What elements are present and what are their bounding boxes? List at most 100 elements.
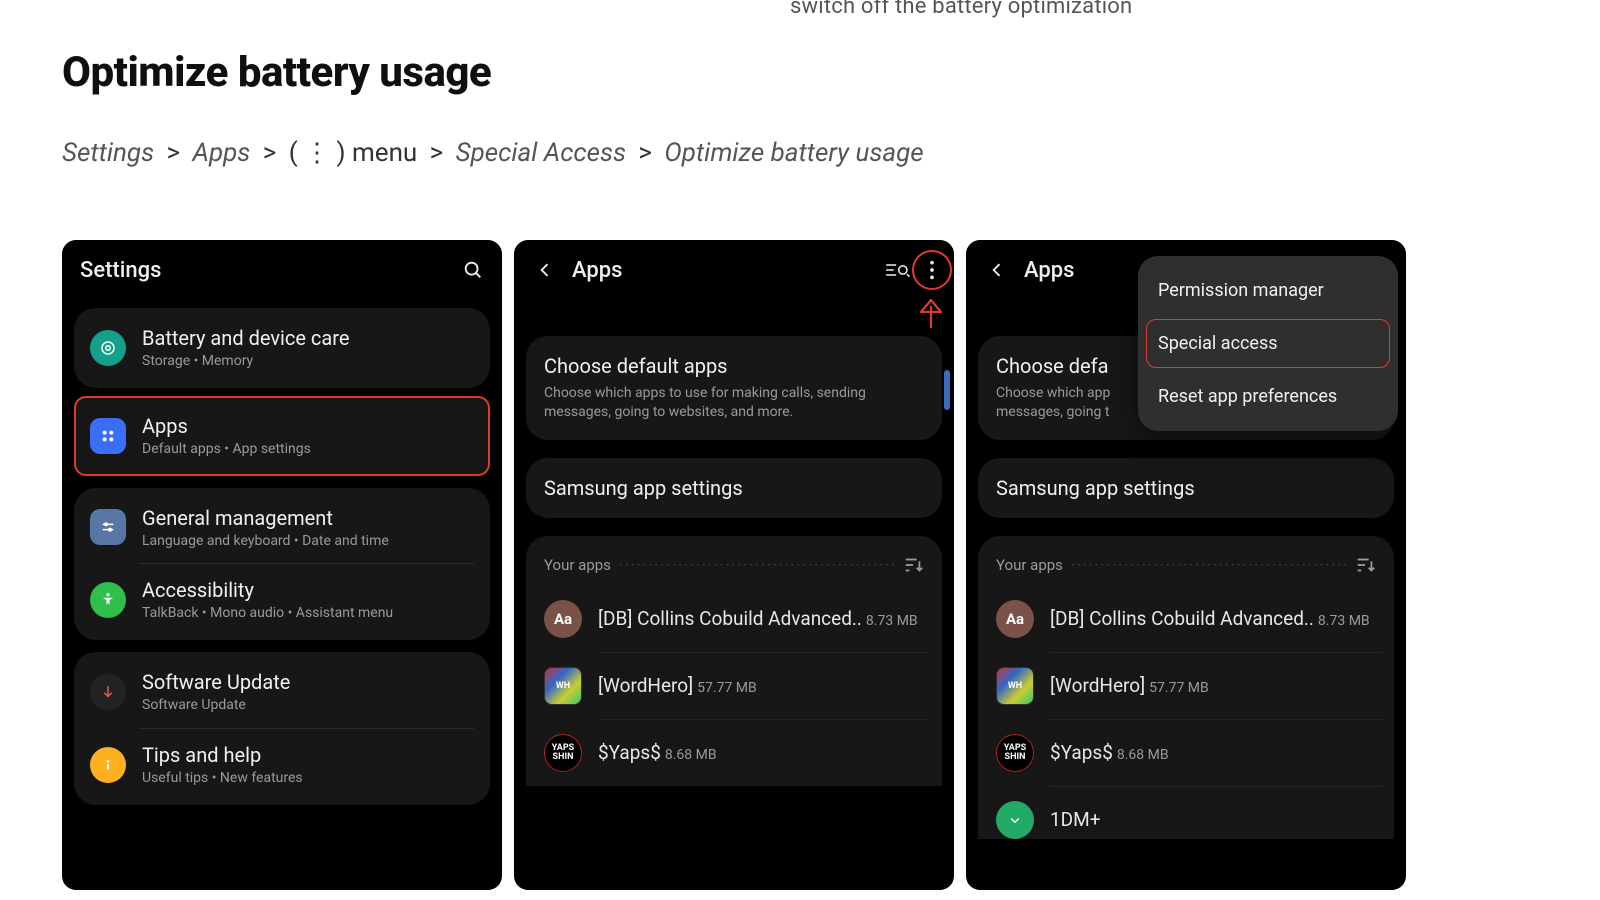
your-apps-label: Your apps <box>996 556 1063 574</box>
settings-group: Battery and device care Storage • Memory <box>74 308 490 388</box>
row-label: Apps <box>142 414 311 438</box>
section-title: Optimize battery usage <box>62 48 491 97</box>
settings-row-battery[interactable]: Battery and device care Storage • Memory <box>74 312 490 384</box>
card-choose-default-apps[interactable]: Choose default apps Choose which apps to… <box>526 336 942 440</box>
screen-title: Apps <box>1024 258 1074 283</box>
settings-row-tips[interactable]: Tips and help Useful tips • New features <box>74 729 490 801</box>
app-size: 8.68 MB <box>665 747 717 763</box>
dotted-line: ········································… <box>619 556 894 574</box>
sort-icon[interactable] <box>1354 554 1376 576</box>
accessibility-icon <box>90 582 126 618</box>
breadcrumb-part: ( ⋮ ) menu <box>289 138 418 168</box>
app-row[interactable]: YAPSSHIN $Yaps$ 8.68 MB <box>538 720 930 786</box>
settings-row-apps-highlighted[interactable]: Apps Default apps • App settings <box>74 396 490 476</box>
row-sub: Language and keyboard • Date and time <box>142 533 389 550</box>
screen-title: Apps <box>572 258 622 283</box>
app-icon: Aa <box>544 600 582 638</box>
breadcrumb-part: Settings <box>62 138 154 168</box>
row-sub: TalkBack • Mono audio • Assistant menu <box>142 605 393 622</box>
breadcrumb-part: Special Access <box>456 138 626 168</box>
app-row[interactable]: Aa [DB] Collins Cobuild Advanced.. 8.73 … <box>538 586 930 652</box>
settings-path-breadcrumb: Settings > Apps > ( ⋮ ) menu > Special A… <box>62 138 924 168</box>
settings-group: General management Language and keyboard… <box>74 488 490 641</box>
app-icon: Aa <box>996 600 1034 638</box>
card-title: Samsung app settings <box>996 476 1376 500</box>
breadcrumb-part: Apps <box>192 138 250 168</box>
overflow-menu-popup: Permission manager Special access Reset … <box>1138 256 1398 431</box>
row-label: Software Update <box>142 670 290 694</box>
dotted-line: ········································… <box>1071 556 1346 574</box>
screenshot-apps: Apps Choose default apps Choose which ap… <box>514 240 954 890</box>
app-icon <box>996 801 1034 839</box>
card-samsung-app-settings[interactable]: Samsung app settings <box>526 458 942 518</box>
settings-row-software-update[interactable]: Software Update Software Update <box>74 656 490 728</box>
app-row[interactable]: 1DM+ <box>990 787 1382 839</box>
menu-item-special-access-highlighted[interactable]: Special access <box>1146 319 1390 368</box>
battery-care-icon <box>90 330 126 366</box>
back-icon[interactable] <box>984 257 1010 283</box>
more-menu-icon[interactable] <box>928 259 936 281</box>
breadcrumb-separator: > <box>632 138 658 168</box>
app-size: 8.68 MB <box>1117 747 1169 763</box>
app-icon: YAPSSHIN <box>544 734 582 772</box>
app-name: [DB] Collins Cobuild Advanced.. <box>598 607 862 630</box>
breadcrumb-separator: > <box>424 138 450 168</box>
app-row[interactable]: Aa [DB] Collins Cobuild Advanced.. 8.73 … <box>990 586 1382 652</box>
card-description: Choose which apps to use for making call… <box>544 384 924 422</box>
app-size: 8.73 MB <box>866 613 918 629</box>
tips-icon <box>90 747 126 783</box>
screenshot-settings: Settings Battery and device care Storage… <box>62 240 502 890</box>
screen-header: Apps <box>526 254 942 296</box>
row-sub: Software Update <box>142 697 290 714</box>
partial-text-above: switch off the battery optimization <box>790 0 1132 19</box>
settings-group: Software Update Software Update Tips and… <box>74 652 490 805</box>
scroll-indicator[interactable] <box>944 370 950 410</box>
row-label: Battery and device care <box>142 326 349 350</box>
app-name: [WordHero] <box>598 674 693 697</box>
annotation-up-arrow-icon <box>916 294 946 330</box>
app-row[interactable]: YAPSSHIN $Yaps$ 8.68 MB <box>990 720 1382 786</box>
filter-search-icon[interactable] <box>884 260 910 280</box>
app-size: 8.73 MB <box>1318 613 1370 629</box>
row-sub: Default apps • App settings <box>142 441 311 458</box>
your-apps-section: Your apps ······························… <box>978 536 1394 839</box>
menu-item-permission-manager[interactable]: Permission manager <box>1138 264 1398 317</box>
settings-row-general[interactable]: General management Language and keyboard… <box>74 492 490 564</box>
apps-icon <box>90 418 126 454</box>
app-name: $Yaps$ <box>598 741 661 764</box>
breadcrumb-separator: > <box>160 138 186 168</box>
general-management-icon <box>90 509 126 545</box>
menu-item-reset-app-preferences[interactable]: Reset app preferences <box>1138 370 1398 423</box>
card-samsung-app-settings[interactable]: Samsung app settings <box>978 458 1394 518</box>
app-row[interactable]: WH [WordHero] 57.77 MB <box>990 653 1382 719</box>
your-apps-section: Your apps ······························… <box>526 536 942 786</box>
settings-row-accessibility[interactable]: Accessibility TalkBack • Mono audio • As… <box>74 564 490 636</box>
row-label: General management <box>142 506 389 530</box>
app-name: [DB] Collins Cobuild Advanced.. <box>1050 607 1314 630</box>
row-sub: Useful tips • New features <box>142 770 303 787</box>
your-apps-label: Your apps <box>544 556 611 574</box>
row-label: Tips and help <box>142 743 303 767</box>
row-label: Accessibility <box>142 578 393 602</box>
app-icon: WH <box>996 667 1034 705</box>
app-name: $Yaps$ <box>1050 741 1113 764</box>
sort-icon[interactable] <box>902 554 924 576</box>
app-size: 57.77 MB <box>1149 680 1209 696</box>
back-icon[interactable] <box>532 257 558 283</box>
software-update-icon <box>90 674 126 710</box>
screen-title: Settings <box>80 258 161 283</box>
your-apps-header: Your apps ······························… <box>538 540 930 586</box>
breadcrumb-separator: > <box>257 138 283 168</box>
screen-header: Settings <box>74 254 490 296</box>
app-row[interactable]: WH [WordHero] 57.77 MB <box>538 653 930 719</box>
app-size: 57.77 MB <box>697 680 757 696</box>
card-title: Samsung app settings <box>544 476 924 500</box>
row-sub: Storage • Memory <box>142 353 349 370</box>
app-name: [WordHero] <box>1050 674 1145 697</box>
app-name: 1DM+ <box>1050 808 1101 831</box>
screenshot-apps-menu-open: Apps Choose defa Choose which app messag… <box>966 240 1406 890</box>
app-icon: YAPSSHIN <box>996 734 1034 772</box>
card-title: Choose default apps <box>544 354 924 378</box>
breadcrumb-part: Optimize battery usage <box>664 138 923 168</box>
search-icon[interactable] <box>462 259 484 281</box>
